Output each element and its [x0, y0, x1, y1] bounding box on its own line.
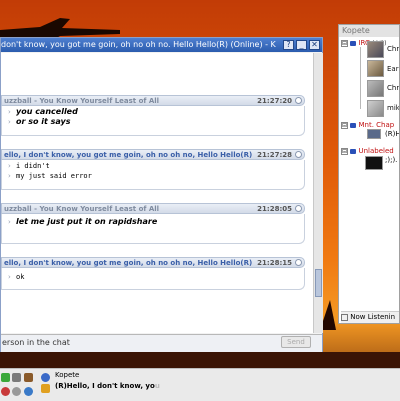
note-icon: [341, 313, 348, 321]
message-circle-icon: [295, 205, 302, 212]
message-line: you cancelled: [16, 107, 78, 116]
message-circle-icon: [295, 259, 302, 266]
collapse-icon[interactable]: ⊟: [341, 121, 348, 129]
quote-icon: ›: [8, 218, 11, 226]
message-time: 21:27:28: [257, 151, 292, 159]
group-name: Unlabeled: [358, 147, 394, 155]
message-time: 21:28:05: [257, 205, 292, 213]
contact-avatar: [367, 129, 381, 139]
group-icon: [350, 40, 357, 46]
notification-app: Kopete: [55, 371, 80, 379]
chat-status-bar: erson in the chat Send: [1, 334, 322, 352]
message-sender: ello, I don't know, you got me goin, oh …: [4, 151, 253, 159]
message-sender: uzzball - You Know Yourself Least of All: [4, 97, 160, 105]
contact-avatar: [365, 156, 383, 170]
group-mnt-chap[interactable]: ⊟ Mnt. Chap: [341, 121, 394, 129]
help-button[interactable]: ?: [283, 40, 294, 50]
message-body: › let me just put it on rapidshare: [1, 214, 305, 244]
quote-icon: ›: [8, 162, 11, 170]
package-icon[interactable]: [24, 373, 33, 382]
notification-fade: u: [154, 382, 160, 390]
contact-name[interactable]: Ear: [387, 65, 399, 73]
message-line: my just said error: [16, 172, 92, 180]
group-unlabeled[interactable]: ⊟ Unlabeled: [341, 147, 394, 155]
contact-avatar: [367, 41, 384, 58]
message-body: › ok: [1, 268, 305, 290]
message-header: ello, I don't know, you got me goin, oh …: [1, 257, 305, 268]
update-icon[interactable]: [24, 387, 33, 396]
contact-name[interactable]: mik: [387, 104, 399, 112]
collapse-icon[interactable]: ⊟: [341, 147, 348, 155]
tray-icon[interactable]: [1, 387, 10, 396]
message-line: or so it says: [16, 117, 71, 126]
volume-icon[interactable]: [12, 373, 21, 382]
minimize-button[interactable]: _: [296, 40, 307, 50]
contact-name[interactable]: (R)Hel: [385, 130, 399, 138]
quote-icon: ›: [8, 108, 11, 116]
now-listening-bar[interactable]: Now Listenin: [341, 311, 399, 323]
message-sender: ello, I don't know, you got me goin, oh …: [4, 259, 253, 267]
scrollbar-thumb[interactable]: [315, 269, 322, 297]
message-sender: uzzball - You Know Yourself Least of All: [4, 205, 160, 213]
kopete-title: Kopete: [339, 25, 399, 37]
chat-scrollbar[interactable]: [313, 53, 323, 333]
notification-text[interactable]: (R)Hello, I don't know, you: [55, 382, 160, 390]
chat-window: don't know, you got me goin, oh no oh no…: [0, 37, 323, 352]
quote-icon: ›: [8, 273, 11, 281]
contact-avatar: [367, 100, 384, 117]
message-header: uzzball - You Know Yourself Least of All…: [1, 203, 305, 214]
kopete-contact-list: Kopete ⊟ IRC (4/8) Chri Ear Chri mik ⊟ M…: [338, 24, 400, 324]
clock-icon[interactable]: [12, 387, 21, 396]
bottom-panel: Kopete (R)Hello, I don't know, you: [0, 368, 400, 401]
contact-avatar: [367, 60, 384, 77]
message-icon: [41, 384, 50, 393]
group-icon: [350, 122, 357, 128]
message-circle-icon: [295, 151, 302, 158]
send-button[interactable]: Send: [281, 336, 311, 348]
notification-message: (R)Hello, I don't know, yo: [55, 382, 155, 390]
close-button[interactable]: ✕: [309, 40, 320, 50]
message-body: › i didn't › my just said error: [1, 160, 305, 190]
collapse-icon[interactable]: ⊟: [341, 39, 348, 47]
message-line: let me just put it on rapidshare: [16, 217, 158, 226]
message-line: ok: [16, 273, 25, 281]
contact-name[interactable]: Chri: [387, 45, 399, 53]
message-circle-icon: [295, 97, 302, 104]
group-name: Mnt. Chap: [358, 121, 395, 129]
contact-name[interactable]: ;);).: [385, 156, 397, 164]
contact-avatar: [367, 80, 384, 97]
message-time: 21:28:15: [257, 259, 292, 267]
tree-line: [360, 47, 361, 109]
quote-icon: ›: [8, 118, 11, 126]
message-header: ello, I don't know, you got me goin, oh …: [1, 149, 305, 160]
message-body: › you cancelled › or so it says: [1, 106, 305, 136]
window-title: don't know, you got me goin, oh no oh no…: [1, 40, 276, 49]
chat-member-status: erson in the chat: [2, 338, 70, 347]
chat-titlebar[interactable]: don't know, you got me goin, oh no oh no…: [1, 38, 322, 52]
message-time: 21:27:20: [257, 97, 292, 105]
message-header: uzzball - You Know Yourself Least of All…: [1, 95, 305, 106]
kopete-icon[interactable]: [41, 373, 50, 382]
chat-messages-area[interactable]: uzzball - You Know Yourself Least of All…: [1, 53, 313, 333]
quote-icon: ›: [8, 172, 11, 180]
contact-name[interactable]: Chri: [387, 84, 399, 92]
group-icon: [350, 148, 357, 154]
message-line: i didn't: [16, 162, 50, 170]
network-icon[interactable]: [1, 373, 10, 382]
now-listening-label: Now Listenin: [350, 313, 396, 321]
